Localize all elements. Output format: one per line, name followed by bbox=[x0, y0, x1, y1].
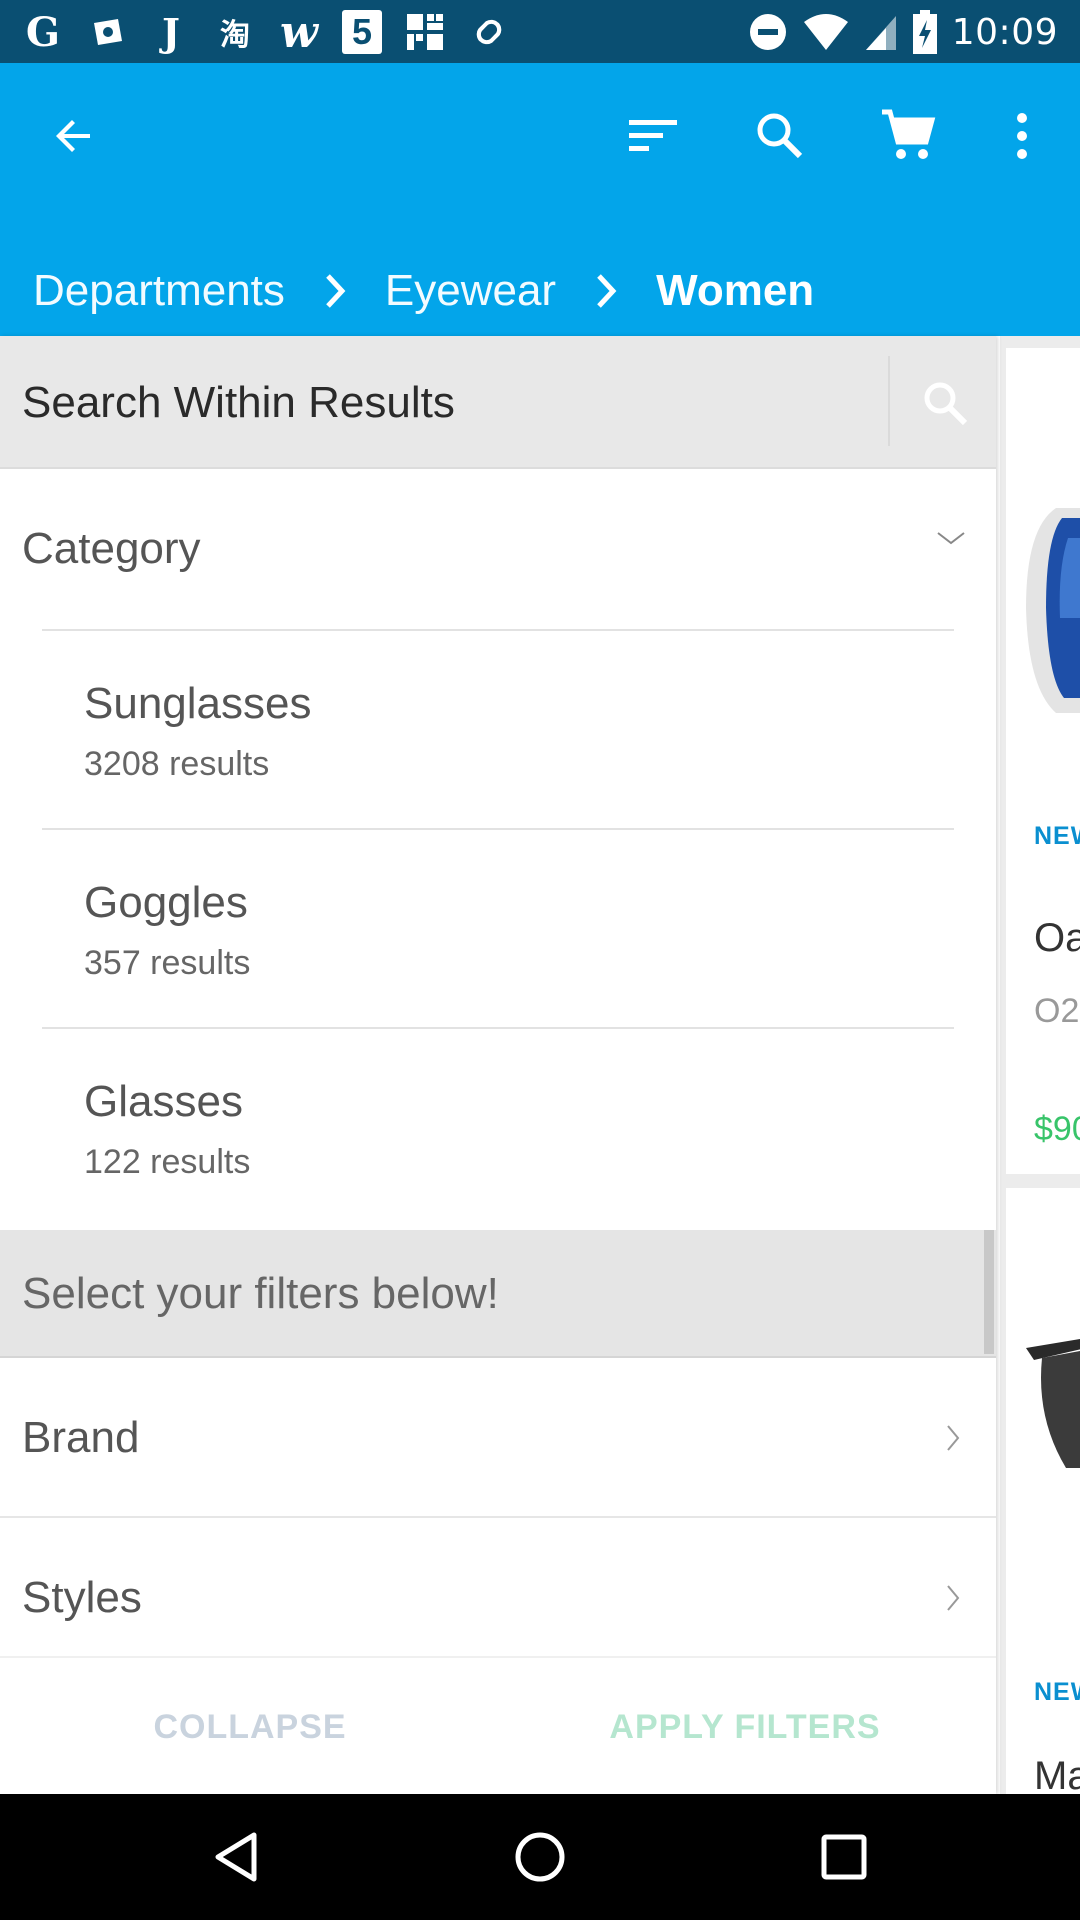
search-icon bbox=[924, 382, 968, 426]
chevron-right-icon bbox=[311, 267, 359, 315]
chevron-right-icon bbox=[947, 1425, 960, 1451]
category-name: Glasses bbox=[84, 1077, 243, 1126]
category-count: 122 results bbox=[84, 1143, 251, 1181]
product-card[interactable]: NEW Ma bbox=[1006, 1188, 1080, 1794]
category-item-sunglasses[interactable]: Sunglasses 3208 results bbox=[0, 629, 996, 828]
apply-filters-button[interactable]: APPLY FILTERS bbox=[500, 1658, 990, 1794]
category-header[interactable]: Category bbox=[0, 469, 996, 629]
app-bar: Departments Eyewear Women bbox=[0, 63, 1080, 336]
category-name: Sunglasses bbox=[84, 679, 312, 728]
nav-recents-button[interactable] bbox=[804, 1817, 884, 1897]
nav-home-button[interactable] bbox=[500, 1817, 580, 1897]
w-app-icon: w bbox=[280, 6, 318, 58]
square-recents-icon bbox=[821, 1834, 867, 1880]
search-submit-button[interactable] bbox=[900, 358, 990, 448]
j-app-icon: J bbox=[162, 9, 180, 55]
search-icon bbox=[757, 113, 803, 159]
chevron-right-icon bbox=[947, 1585, 960, 1611]
back-button[interactable] bbox=[34, 96, 114, 176]
cart-icon bbox=[882, 109, 936, 159]
search-button[interactable] bbox=[740, 96, 820, 176]
breadcrumb-eyewear[interactable]: Eyewear bbox=[385, 266, 556, 316]
product-price: $90 bbox=[1034, 1110, 1080, 1148]
filter-actions: COLLAPSE APPLY FILTERS bbox=[0, 1656, 996, 1794]
arrow-back-icon bbox=[56, 120, 90, 152]
breadcrumb-departments[interactable]: Departments bbox=[33, 266, 285, 316]
photos-icon bbox=[86, 11, 128, 53]
circle-home-icon bbox=[515, 1832, 565, 1882]
product-image bbox=[1026, 508, 1080, 713]
breadcrumb: Departments Eyewear Women bbox=[33, 243, 814, 339]
facet-label: Styles bbox=[22, 1573, 142, 1622]
category-count: 357 results bbox=[84, 944, 251, 982]
divider bbox=[888, 356, 890, 446]
google-icon: G bbox=[25, 8, 61, 56]
product-image bbox=[1026, 1339, 1080, 1468]
navigation-bar bbox=[0, 1794, 1080, 1920]
collapse-button[interactable]: COLLAPSE bbox=[0, 1658, 500, 1794]
facet-label: Brand bbox=[22, 1413, 140, 1462]
facet-brand[interactable]: Brand bbox=[0, 1358, 996, 1518]
divider bbox=[42, 1027, 954, 1029]
chevron-right-icon bbox=[582, 267, 630, 315]
sort-button[interactable] bbox=[613, 96, 693, 176]
cart-button[interactable] bbox=[868, 96, 948, 176]
product-subtitle: O2 bbox=[1034, 992, 1080, 1030]
notification-icons: G J 淘 w 5 bbox=[22, 6, 510, 58]
search-input[interactable]: Search Within Results bbox=[22, 336, 455, 469]
five-app-icon: 5 bbox=[342, 10, 382, 54]
category-item-glasses[interactable]: Glasses 122 results bbox=[0, 1027, 996, 1226]
product-title: Ma bbox=[1034, 1754, 1080, 1794]
nav-back-button[interactable] bbox=[196, 1817, 276, 1897]
product-grid[interactable]: NEW Oa O2 $90 NEW Ma bbox=[1000, 336, 1080, 1794]
grid-app-icon bbox=[404, 11, 446, 53]
taobao-icon: 淘 bbox=[220, 19, 250, 52]
product-card[interactable]: NEW Oa O2 $90 bbox=[1006, 348, 1080, 1174]
status-bar: G J 淘 w 5 10:09 bbox=[0, 0, 1080, 63]
category-item-goggles[interactable]: Goggles 357 results bbox=[0, 828, 996, 1027]
divider bbox=[42, 629, 954, 631]
do-not-disturb-icon bbox=[749, 14, 786, 50]
chevron-down-icon bbox=[937, 532, 965, 545]
breadcrumb-women: Women bbox=[656, 266, 815, 315]
filters-hint-text: Select your filters below! bbox=[22, 1269, 499, 1318]
triangle-back-icon bbox=[215, 1832, 257, 1882]
filter-drawer: Search Within Results Category Sunglasse… bbox=[0, 336, 996, 1794]
overflow-menu-button[interactable] bbox=[982, 96, 1062, 176]
clock: 10:09 bbox=[951, 11, 1058, 53]
scrollbar-thumb[interactable] bbox=[984, 1230, 994, 1354]
product-title: Oa bbox=[1034, 916, 1080, 960]
wifi-icon bbox=[803, 14, 848, 50]
category-count: 3208 results bbox=[84, 745, 270, 783]
link-app-icon bbox=[468, 11, 510, 53]
sort-icon bbox=[629, 120, 677, 151]
divider bbox=[42, 828, 954, 830]
battery-icon bbox=[912, 10, 937, 54]
filters-hint: Select your filters below! bbox=[0, 1230, 996, 1358]
search-within-results[interactable]: Search Within Results bbox=[0, 336, 996, 469]
facet-styles[interactable]: Styles bbox=[0, 1518, 996, 1678]
category-label: Category bbox=[22, 524, 201, 573]
system-indicators: 10:09 bbox=[748, 8, 1058, 56]
more-vert-icon bbox=[1017, 113, 1027, 159]
new-badge: NEW bbox=[1034, 822, 1080, 850]
cell-signal-icon bbox=[865, 16, 896, 50]
new-badge: NEW bbox=[1034, 1678, 1080, 1706]
category-name: Goggles bbox=[84, 878, 248, 927]
